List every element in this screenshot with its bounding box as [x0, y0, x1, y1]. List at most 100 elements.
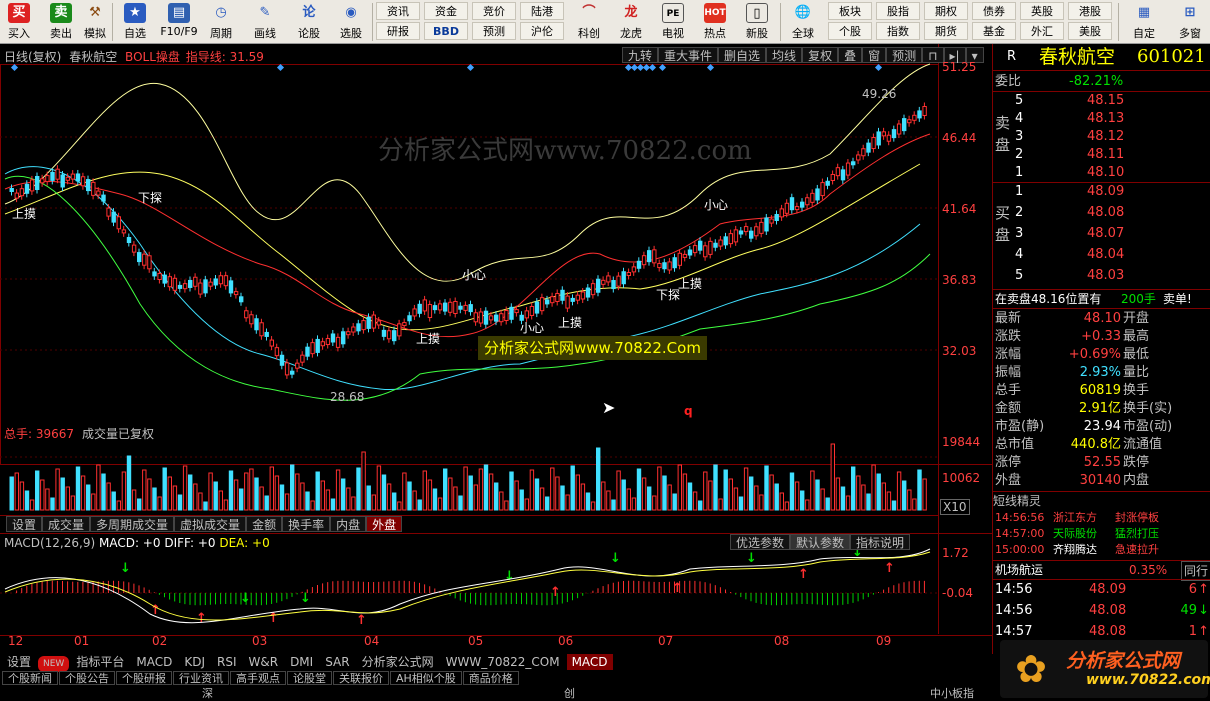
tab-volume[interactable]: 成交量: [42, 516, 91, 532]
bid-row[interactable]: 4 48.04: [993, 246, 1210, 264]
indicator-tab[interactable]: WWW_70822_COM: [441, 654, 565, 670]
toolbar-button-sell[interactable]: 卖卖出: [44, 2, 78, 42]
toolbar-button-multiwindow[interactable]: ⊞ 多窗: [1170, 2, 1210, 42]
toolbar-button-f10[interactable]: ▤ F10/F9: [158, 2, 200, 42]
indicator-tab[interactable]: MACD: [131, 654, 177, 670]
short-elf-item[interactable]: 14:57:00 天际股份 猛烈打压: [993, 526, 1210, 542]
tab-multi-period-volume[interactable]: 多周期成交量: [90, 516, 175, 532]
event-marker-icon[interactable]: [466, 63, 475, 72]
ask-row[interactable]: 2 48.11: [993, 146, 1210, 164]
toolbar-button-tv[interactable]: PE 电视: [656, 2, 690, 42]
indicator-tab[interactable]: 指标平台: [71, 654, 129, 670]
tab-outer[interactable]: 外盘: [366, 516, 403, 532]
news-tab[interactable]: AH相似个股: [390, 671, 462, 685]
menu-overlay[interactable]: 叠: [838, 47, 863, 63]
menu-major-events[interactable]: 重大事件: [658, 47, 719, 63]
grid-button-hk-stocks[interactable]: 港股: [1068, 2, 1112, 20]
toolbar-button-watchlist[interactable]: ★ 自选: [118, 2, 152, 42]
grid-button-futures[interactable]: 期货: [924, 22, 968, 40]
indicator-tab[interactable]: DMI: [285, 654, 318, 670]
indicator-tab[interactable]: 设置: [2, 654, 36, 670]
event-marker-icon[interactable]: [874, 63, 883, 72]
indicator-tab[interactable]: 分析家公式网: [357, 654, 439, 670]
menu-adjusted[interactable]: 复权: [802, 47, 839, 63]
bid-row[interactable]: 5 48.03: [993, 267, 1210, 285]
tab-amount[interactable]: 金额: [246, 516, 283, 532]
indicator-tab[interactable]: RSI: [212, 654, 242, 670]
event-marker-icon[interactable]: [658, 63, 667, 72]
indicator-help-button[interactable]: 指标说明: [850, 534, 911, 550]
grid-button-bbd[interactable]: BBD: [424, 22, 468, 40]
grid-button-bonds[interactable]: 债券: [972, 2, 1016, 20]
toolbar-button-draw[interactable]: ✎ 画线: [248, 2, 282, 42]
news-tab[interactable]: 商品价格: [462, 671, 519, 685]
news-tab[interactable]: 个股新闻: [2, 671, 58, 685]
ask-row[interactable]: 3 48.12: [993, 128, 1210, 146]
menu-jiuzhuan[interactable]: 九转: [622, 47, 659, 63]
grid-button-uk-stocks[interactable]: 英股: [1020, 2, 1064, 20]
short-elf-item[interactable]: 14:56:56 浙江东方 封涨停板: [993, 510, 1210, 526]
menu-remove-watchlist[interactable]: 删自选: [718, 47, 767, 63]
toolbar-button-hot[interactable]: HOT 热点: [698, 2, 732, 42]
tab-inner[interactable]: 内盘: [330, 516, 367, 532]
lock-icon[interactable]: ⊓: [922, 47, 944, 63]
toolbar-button-buy[interactable]: 买买入: [2, 2, 36, 42]
grid-button-funds2[interactable]: 基金: [972, 22, 1016, 40]
grid-button-funds[interactable]: 资金: [424, 2, 468, 20]
event-marker-icon[interactable]: [648, 63, 657, 72]
news-tab[interactable]: 个股公告: [59, 671, 115, 685]
short-elf-item[interactable]: 15:00:00 齐翔腾达 急速拉升: [993, 542, 1210, 558]
indicator-tab[interactable]: SAR: [320, 654, 354, 670]
news-tab[interactable]: 关联报价: [333, 671, 389, 685]
tab-volume-settings[interactable]: 设置: [6, 516, 43, 532]
grid-button-news[interactable]: 资讯: [376, 2, 420, 20]
sector-row[interactable]: 机场航运 0.35% 同行: [993, 561, 1210, 581]
toolbar-button-select[interactable]: ◉ 选股: [334, 2, 368, 42]
grid-button-index-futures[interactable]: 股指: [876, 2, 920, 20]
tab-turnover[interactable]: 换手率: [282, 516, 331, 532]
bid-row[interactable]: 2 48.08: [993, 204, 1210, 222]
bid-row[interactable]: 3 48.07: [993, 225, 1210, 243]
news-tab[interactable]: 行业资讯: [173, 671, 229, 685]
grid-button-forecast[interactable]: 预测: [472, 22, 516, 40]
grid-button-options[interactable]: 期权: [924, 2, 968, 20]
news-tab[interactable]: 个股研报: [116, 671, 172, 685]
ask-row[interactable]: 1 48.10: [993, 164, 1210, 182]
toolbar-button-newstock[interactable]: ▯ 新股: [740, 2, 774, 42]
tab-virtual-volume[interactable]: 虚拟成交量: [174, 516, 247, 532]
toolbar-button-kechuang[interactable]: ⌒ 科创: [572, 2, 606, 42]
optimal-params-button[interactable]: 优选参数: [730, 534, 791, 550]
grid-button-us-stocks[interactable]: 美股: [1068, 22, 1112, 40]
toolbar-button-simulate[interactable]: ⚒ 模拟: [78, 2, 112, 42]
event-marker-icon[interactable]: [10, 63, 19, 72]
toolbar-button-period[interactable]: ◷ 周期: [204, 2, 238, 42]
grid-button-index[interactable]: 指数: [876, 22, 920, 40]
ask-row[interactable]: 5 48.15: [993, 92, 1210, 110]
grid-button-sector[interactable]: 板块: [828, 2, 872, 20]
toolbar-button-discuss[interactable]: 论论股: [292, 2, 326, 42]
grid-button-research[interactable]: 研报: [376, 22, 420, 40]
grid-button-hk[interactable]: 陆港: [520, 2, 564, 20]
menu-forecast[interactable]: 预测: [886, 47, 923, 63]
volume-bar: [570, 465, 575, 511]
indicator-tab[interactable]: W&R: [244, 654, 284, 670]
news-tab[interactable]: 论股堂: [287, 671, 332, 685]
toolbar-button-dragon[interactable]: 龙龙虎: [614, 2, 648, 42]
toolbar-button-global[interactable]: 🌐 全球: [786, 2, 820, 42]
default-params-button[interactable]: 默认参数: [790, 534, 851, 550]
toolbar-button-custom[interactable]: ▦ 自定: [1124, 2, 1164, 42]
indicator-tab[interactable]: MACD: [566, 654, 613, 670]
event-marker-icon[interactable]: [706, 63, 715, 72]
grid-button-auction[interactable]: 竞价: [472, 2, 516, 20]
menu-moving-average[interactable]: 均线: [766, 47, 803, 63]
news-tab[interactable]: 高手观点: [230, 671, 286, 685]
ask-row[interactable]: 4 48.13: [993, 110, 1210, 128]
grid-button-stock[interactable]: 个股: [828, 22, 872, 40]
grid-button-forex[interactable]: 外汇: [1020, 22, 1064, 40]
bid-row[interactable]: 1 48.09: [993, 183, 1210, 201]
event-marker-icon[interactable]: [276, 63, 285, 72]
chart-area[interactable]: ↓ ↑ ↑ ↓ ↑ ↓ ↑ ↓ ↑ ↓ ↑ ↓ ↑ ↓ ↑ 日线(复权) 春秋航空 BOLL操盘 指导线: …: [0, 44, 992, 654]
grid-button-london[interactable]: 沪伦: [520, 22, 564, 40]
indicator-tab[interactable]: KDJ: [179, 654, 210, 670]
menu-window[interactable]: 窗: [862, 47, 887, 63]
